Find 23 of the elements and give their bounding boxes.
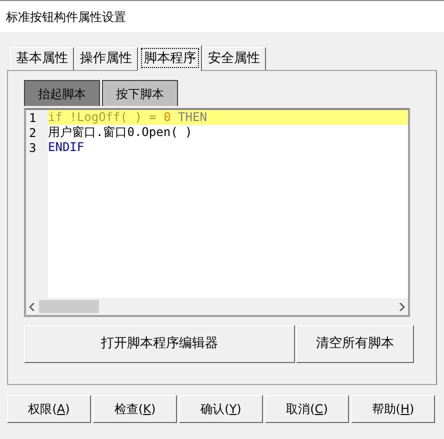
window-title: 标准按钮构件属性设置: [6, 8, 126, 26]
dialog-button[interactable]: 检查(K): [93, 395, 177, 423]
script-tab[interactable]: 抬起脚本: [24, 80, 100, 106]
dialog-button[interactable]: 帮助(H): [351, 395, 435, 423]
open-editor-button[interactable]: 打开脚本程序编辑器: [24, 325, 295, 363]
dialog-button[interactable]: 权限(A): [7, 395, 91, 423]
horizontal-scrollbar[interactable]: [26, 298, 408, 315]
tab[interactable]: 安全属性: [202, 47, 266, 70]
scroll-right-icon[interactable]: [399, 302, 405, 310]
line-number: 1: [28, 110, 38, 126]
tab[interactable]: 操作属性: [74, 47, 138, 70]
code-line: 用户窗口.窗口0.Open( ): [48, 125, 194, 140]
tab[interactable]: 基本属性: [10, 47, 74, 70]
scroll-left-icon[interactable]: [29, 302, 35, 310]
code-line: ENDIF: [48, 140, 86, 155]
scroll-thumb[interactable]: [39, 300, 99, 313]
script-tab[interactable]: 按下脚本: [102, 80, 178, 106]
dialog-button[interactable]: 取消(C): [265, 395, 349, 423]
line-number: 2: [28, 124, 38, 142]
line-number: 3: [28, 140, 38, 156]
tab[interactable]: 脚本程序: [138, 45, 202, 71]
clear-scripts-button[interactable]: 清空所有脚本: [296, 325, 414, 363]
dialog-button[interactable]: 确认(Y): [179, 395, 263, 423]
